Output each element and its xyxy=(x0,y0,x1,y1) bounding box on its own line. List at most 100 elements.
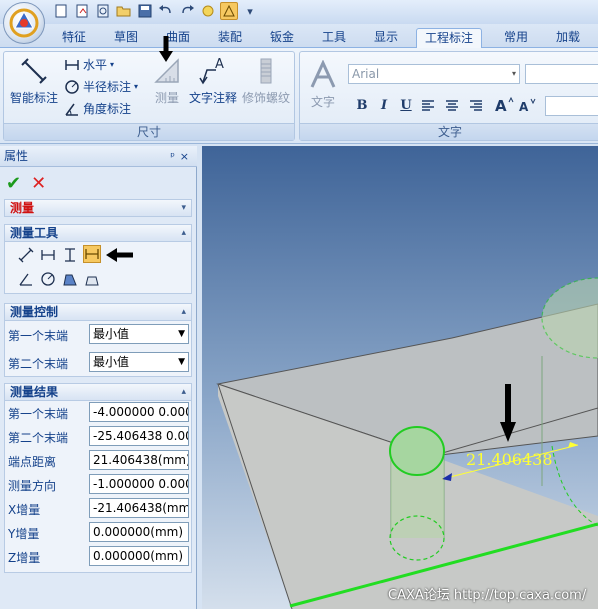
svg-text:A: A xyxy=(215,57,224,72)
grow-font-icon[interactable]: A xyxy=(494,96,514,117)
cancel-button[interactable]: ✕ xyxy=(31,173,46,194)
underline-button[interactable]: U xyxy=(396,98,416,113)
tab-display[interactable]: 显示 xyxy=(366,28,406,48)
horizontal-dimension-button[interactable]: 水平 ▾ xyxy=(64,56,114,73)
angle-dimension-icon xyxy=(65,103,78,116)
tab-load-apps[interactable]: 加载应用 xyxy=(548,28,598,62)
results-section-header[interactable]: 测量结果 ▴ xyxy=(4,383,192,401)
smart-dimension-button[interactable]: 智能标注 xyxy=(8,56,60,106)
result-label: X增量 xyxy=(8,503,41,517)
tab-feature[interactable]: 特征 xyxy=(54,28,94,48)
forum-watermark: CAXA论坛 http://top.caxa.com/ xyxy=(388,588,587,603)
second-end-label: 第二个末端 xyxy=(8,357,69,371)
horizontal-measure-tool[interactable] xyxy=(39,246,57,264)
text-group-label: 文字 xyxy=(300,123,598,140)
folder-icon[interactable] xyxy=(115,2,133,20)
panel-title-text: 属性 xyxy=(4,149,29,163)
text-group: 文字 Arial ▾ B I U A A 文字 xyxy=(299,51,598,141)
tools-section-header[interactable]: 测量工具 ▴ xyxy=(4,224,192,242)
first-end-select[interactable]: 最小值 ▼ xyxy=(89,324,189,344)
result-label: Y增量 xyxy=(8,527,40,541)
panel-close-icon[interactable]: × xyxy=(180,146,189,167)
application-button[interactable] xyxy=(3,2,45,44)
annotation-arrow-left-icon xyxy=(106,248,133,262)
result-value-direction[interactable]: -1.000000 0.000000 xyxy=(89,474,189,494)
font-combo[interactable]: Arial ▾ xyxy=(348,64,520,84)
vertical-measure-tool[interactable] xyxy=(61,246,79,264)
3d-viewport[interactable]: 21.406438 xyxy=(202,146,598,609)
bold-button[interactable]: B xyxy=(352,98,372,113)
qat-more-icon[interactable]: ▾ xyxy=(241,2,259,20)
measure-section-header[interactable]: 测量 ▾ xyxy=(4,199,192,217)
parallel-measure-tool[interactable] xyxy=(83,245,101,263)
align-left-icon[interactable] xyxy=(420,98,436,117)
tab-sketch[interactable]: 草图 xyxy=(106,28,146,48)
smart-dimension-icon xyxy=(21,58,47,84)
result-value-x-delta[interactable]: -21.406438(mm) xyxy=(89,498,189,518)
result-label: Z增量 xyxy=(8,551,41,565)
annotation-arrow-icon xyxy=(159,36,173,62)
text-note-icon: A xyxy=(199,57,224,85)
radius-dimension-button[interactable]: 半径标注 ▾ xyxy=(64,78,138,95)
tools-section-body xyxy=(4,242,192,294)
result-label: 第一个末端 xyxy=(8,407,69,421)
cosmetic-thread-icon xyxy=(260,58,272,84)
result-value-second-end[interactable]: -25.406438 0.000000 xyxy=(89,426,189,446)
dimension-arrow-end xyxy=(568,442,578,448)
result-value-distance[interactable]: 21.406438(mm) xyxy=(89,450,189,470)
tab-tools[interactable]: 工具 xyxy=(314,28,354,48)
text-button[interactable]: 文字 xyxy=(306,59,340,110)
tab-common[interactable]: 常用 xyxy=(496,28,536,48)
shrink-font-icon[interactable]: A xyxy=(518,96,538,117)
pin-icon[interactable]: ᵖ xyxy=(170,146,175,167)
italic-button[interactable]: I xyxy=(374,98,394,113)
ok-button[interactable]: ✔ xyxy=(6,173,21,194)
second-end-select[interactable]: 最小值 ▼ xyxy=(89,352,189,372)
result-value-y-delta[interactable]: 0.000000(mm) xyxy=(89,522,189,542)
volume-measure-tool[interactable] xyxy=(83,270,101,288)
ribbon-tabs: 特征 草图 曲面 装配 钣金 工具 显示 工程标注 常用 加载应用 xyxy=(0,24,598,62)
panel-title: 属性 ᵖ × xyxy=(0,146,197,167)
recent-icon[interactable] xyxy=(94,2,112,20)
ok-cancel-bar: ✔ ✕ xyxy=(6,173,46,194)
point-to-point-tool[interactable] xyxy=(17,246,35,264)
control-section-header[interactable]: 测量控制 ▴ xyxy=(4,303,192,321)
svg-text:A: A xyxy=(495,97,507,114)
horizontal-dimension-icon xyxy=(65,59,79,70)
light-icon[interactable] xyxy=(199,2,217,20)
angle-measure-tool[interactable] xyxy=(17,270,35,288)
model-scene: 21.406438 xyxy=(216,277,598,609)
result-value-z-delta[interactable]: 0.000000(mm) xyxy=(89,546,189,566)
text-color-combo[interactable] xyxy=(545,96,598,116)
cosmetic-thread-button[interactable]: 修饰螺纹 xyxy=(240,56,292,106)
ribbon: 智能标注 水平 ▾ 半径标注 ▾ 角度标注 测量 A 文字注释 修饰螺纹 尺寸 … xyxy=(0,48,598,144)
angle-dimension-button[interactable]: 角度标注 xyxy=(64,100,131,117)
dimension-group: 智能标注 水平 ▾ 半径标注 ▾ 角度标注 测量 A 文字注释 修饰螺纹 尺寸 xyxy=(3,51,295,141)
surface-measure-tool[interactable] xyxy=(61,270,79,288)
text-note-button[interactable]: A 文字注释 xyxy=(188,56,238,106)
text-icon xyxy=(310,59,336,88)
open-icon[interactable] xyxy=(73,2,91,20)
undo-icon[interactable] xyxy=(157,2,175,20)
result-label: 端点距离 xyxy=(8,455,57,469)
title-bar: ▾ xyxy=(0,0,598,24)
tab-assembly[interactable]: 装配 xyxy=(210,28,250,48)
dimension-group-label: 尺寸 xyxy=(4,123,294,140)
result-value-first-end[interactable]: -4.000000 0.000000 xyxy=(89,402,189,422)
tab-sheet-metal[interactable]: 钣金 xyxy=(262,28,302,48)
dimension-value-label: 21.406438 xyxy=(466,450,553,469)
tab-engineering-annotation[interactable]: 工程标注 xyxy=(416,28,483,48)
svg-text:A: A xyxy=(519,100,529,114)
app-logo-icon xyxy=(9,8,39,38)
align-right-icon[interactable] xyxy=(468,98,484,117)
save-icon[interactable] xyxy=(136,2,154,20)
align-center-icon[interactable] xyxy=(444,98,460,117)
new-icon[interactable] xyxy=(52,2,70,20)
font-size-combo[interactable] xyxy=(525,64,598,84)
measure-active-icon[interactable] xyxy=(220,2,238,20)
small-cylinder-top xyxy=(389,426,445,476)
redo-icon[interactable] xyxy=(178,2,196,20)
first-end-label: 第一个末端 xyxy=(8,329,69,343)
radius-measure-tool[interactable] xyxy=(39,270,57,288)
radius-dimension-icon xyxy=(65,79,79,94)
